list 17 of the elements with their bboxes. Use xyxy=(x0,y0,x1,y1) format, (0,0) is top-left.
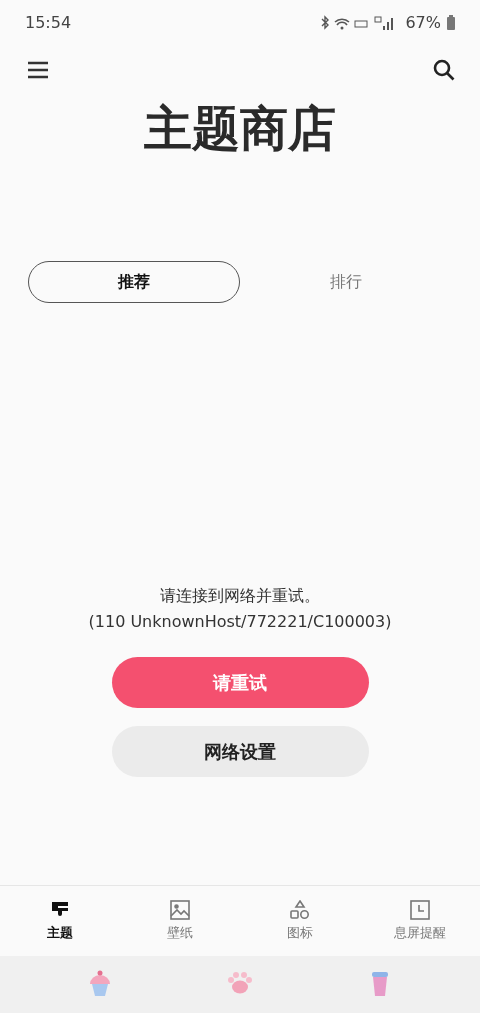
status-time: 15:54 xyxy=(25,13,72,32)
battery-percent: 67% xyxy=(405,13,441,32)
error-code: (110 UnknownHost/772221/C100003) xyxy=(87,611,393,633)
error-message: 请连接到网络并重试。 xyxy=(159,585,321,607)
search-button[interactable] xyxy=(432,58,456,82)
retry-button[interactable]: 请重试 xyxy=(111,657,369,708)
network-settings-button[interactable]: 网络设置 xyxy=(111,726,369,777)
clock-icon xyxy=(410,900,430,920)
tab[interactable]: 排行 xyxy=(240,261,452,303)
nav-tab[interactable]: 图标 xyxy=(240,886,360,956)
nav-tab[interactable]: 主题 xyxy=(0,886,120,956)
nav-tab[interactable]: 壁纸 xyxy=(120,886,240,956)
shapes-icon xyxy=(290,900,310,920)
image-icon xyxy=(170,900,190,920)
nav-tab[interactable]: 息屏提醒 xyxy=(360,886,480,956)
battery-icon xyxy=(447,15,455,30)
page-title: 主题商店 xyxy=(144,99,336,158)
